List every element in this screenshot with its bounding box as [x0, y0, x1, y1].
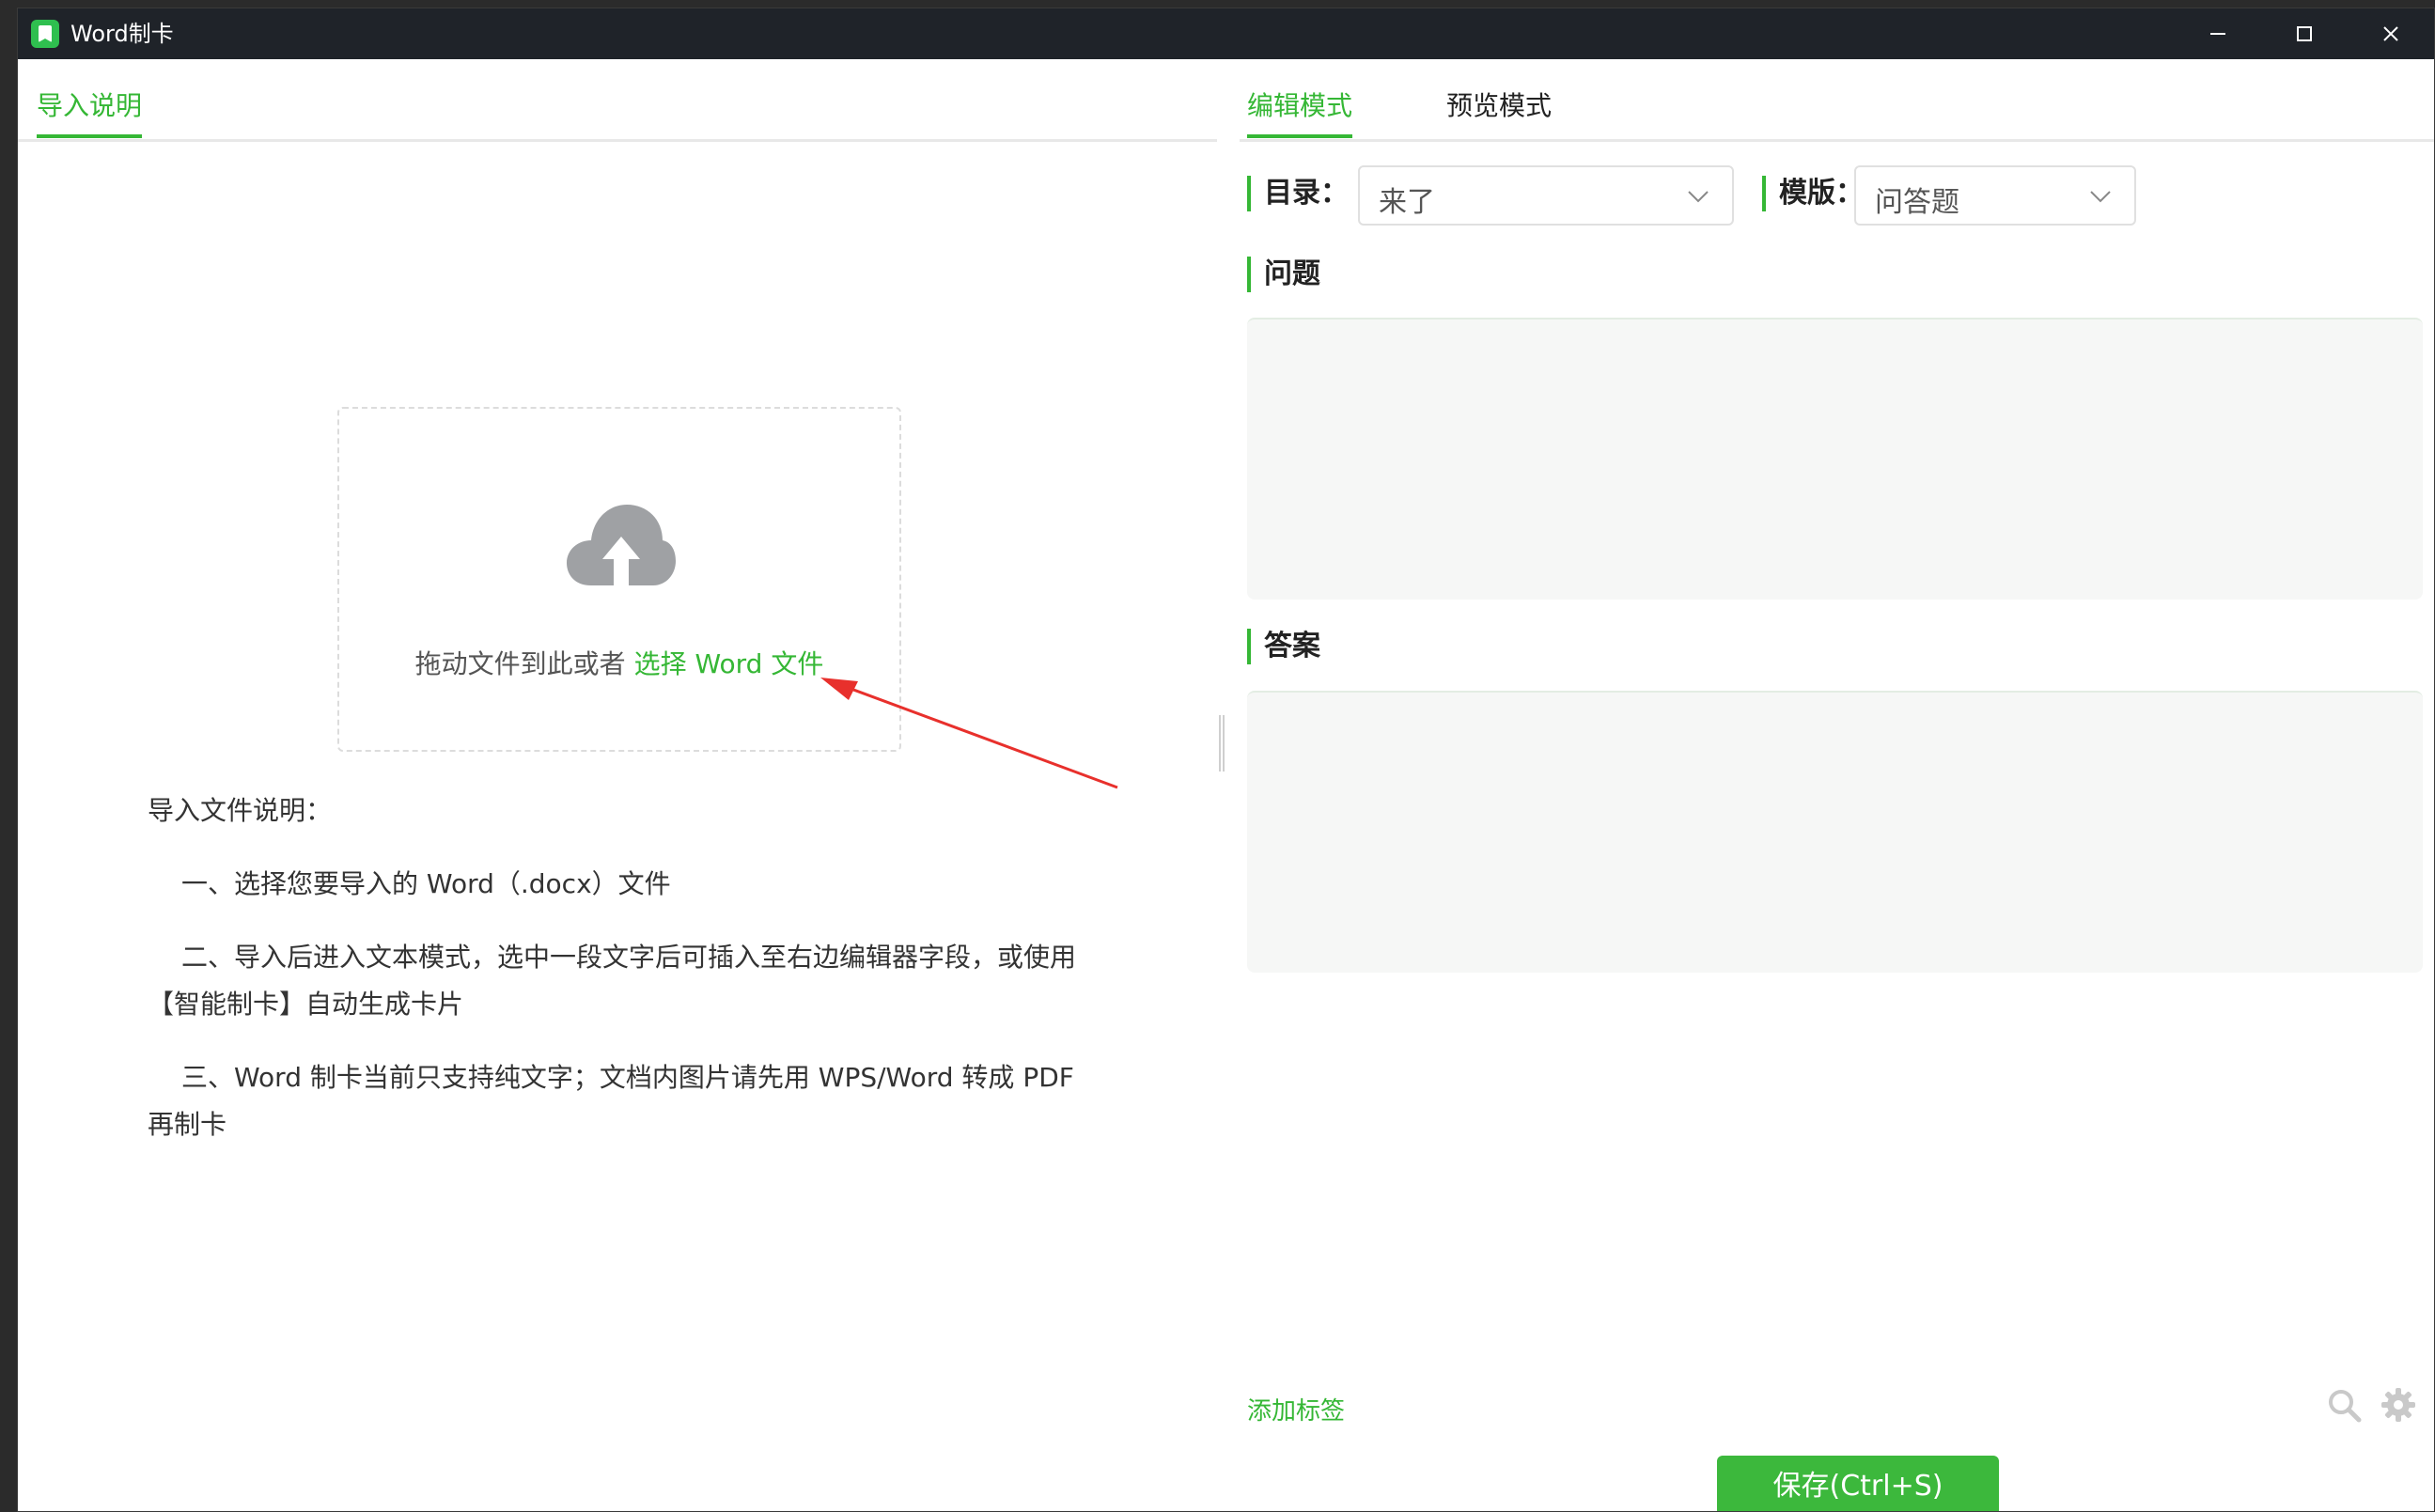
- tab-preview-mode[interactable]: 预览模式: [1446, 87, 1552, 134]
- annotation-arrow: [820, 678, 1118, 789]
- close-button[interactable]: [2348, 8, 2434, 59]
- add-tag-link[interactable]: 添加标签: [1247, 1392, 1345, 1426]
- import-notes: 导入文件说明： 一、选择您要导入的 Word（.docx）文件 二、导入后进入文…: [148, 787, 1087, 1175]
- close-icon: [2383, 26, 2398, 41]
- directory-select[interactable]: 来了: [1358, 165, 1734, 226]
- left-panel: 导入说明 拖动文件到此或者 选择 Word 文件 导入文件说明： 一、选择您要导…: [18, 59, 1217, 1511]
- panel-splitter-handle[interactable]: [1219, 715, 1225, 772]
- minimize-icon: [2210, 33, 2225, 35]
- gear-icon[interactable]: [2380, 1386, 2417, 1424]
- minimize-button[interactable]: [2175, 8, 2261, 59]
- dropzone-hint: 拖动文件到此或者: [414, 648, 626, 679]
- directory-label: 目录：: [1247, 176, 1349, 211]
- save-button[interactable]: 保存(Ctrl+S): [1717, 1456, 1999, 1511]
- answer-editor[interactable]: [1247, 691, 2423, 973]
- answer-label: 答案: [1247, 629, 1320, 664]
- notes-heading: 导入文件说明：: [148, 795, 333, 826]
- right-panel: 编辑模式 预览模式 目录： 来了 模版： 问答题 问题 答案 添加标签 保存(C…: [1240, 59, 2434, 1511]
- window-title: Word制卡: [70, 21, 174, 47]
- select-word-file-link[interactable]: 选择 Word 文件: [634, 648, 824, 679]
- template-select[interactable]: 问答题: [1854, 165, 2136, 226]
- chevron-down-icon: [2090, 191, 2111, 203]
- tab-edit-mode[interactable]: 编辑模式: [1247, 87, 1353, 138]
- cloud-upload-icon: [567, 505, 676, 585]
- search-icon[interactable]: [2325, 1386, 2363, 1424]
- chevron-down-icon: [1688, 191, 1709, 203]
- dropzone-text: 拖动文件到此或者 选择 Word 文件: [339, 644, 899, 681]
- app-window: Word制卡 导入说明 拖动文件到此或者 选择 Word 文件 导入文件说明： …: [17, 8, 2435, 1512]
- template-label: 模版：: [1762, 176, 1864, 211]
- notes-item-1: 一、选择您要导入的 Word（.docx）文件: [181, 868, 671, 899]
- tab-import-guide[interactable]: 导入说明: [37, 87, 143, 138]
- notes-item-3: 三、Word 制卡当前只支持纯文字；文档内图片请先用 WPS/Word 转成 P…: [148, 1062, 1074, 1140]
- template-value: 问答题: [1875, 186, 1959, 219]
- left-tab-bar: 导入说明: [18, 59, 1217, 142]
- directory-value: 来了: [1379, 186, 1435, 219]
- notes-item-2: 二、导入后进入文本模式，选中一段文字后可插入至右边编辑器字段，或使用【智能制卡】…: [148, 942, 1077, 1020]
- title-bar: Word制卡: [18, 8, 2434, 59]
- maximize-button[interactable]: [2261, 8, 2348, 59]
- app-logo-icon: [31, 20, 59, 48]
- right-tab-bar: 编辑模式 预览模式: [1240, 59, 2434, 142]
- question-editor[interactable]: [1247, 318, 2423, 600]
- maximize-icon: [2297, 26, 2312, 41]
- question-label: 问题: [1247, 257, 1320, 292]
